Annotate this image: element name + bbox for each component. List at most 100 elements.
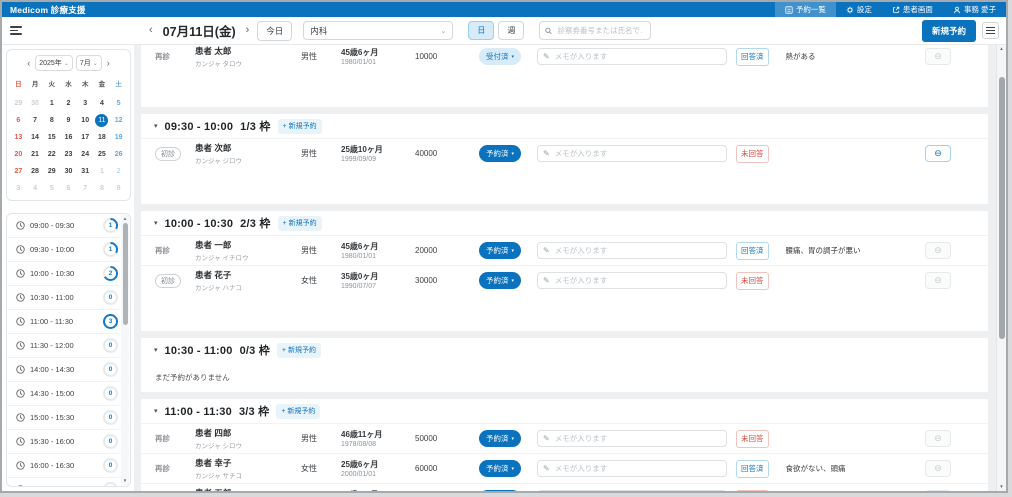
calendar-day[interactable]: 4 bbox=[27, 180, 44, 197]
new-reservation-button[interactable]: 新規予約 bbox=[922, 20, 976, 42]
top-nav-item-3[interactable]: 事務 愛子 bbox=[943, 2, 1006, 17]
year-select[interactable]: 2025年 ⌄ bbox=[35, 55, 73, 71]
calendar-day[interactable]: 1 bbox=[94, 163, 111, 180]
next-day-button[interactable]: › bbox=[243, 25, 253, 36]
status-dropdown[interactable]: 予約済 ▾ bbox=[479, 242, 521, 259]
calendar-day[interactable]: 24 bbox=[77, 146, 94, 163]
hamburger-menu-icon[interactable] bbox=[982, 22, 999, 39]
calendar-day[interactable]: 23 bbox=[60, 146, 77, 163]
calendar-day[interactable]: 29 bbox=[10, 95, 27, 112]
calendar-day[interactable]: 4 bbox=[94, 95, 111, 112]
collapse-section-icon[interactable]: ▾ bbox=[154, 346, 158, 354]
slot-list-item[interactable]: 11:00 - 11:30 3 bbox=[7, 310, 130, 334]
week-view-button[interactable]: 週 bbox=[498, 21, 524, 40]
add-reservation-button[interactable]: + 新規予約 bbox=[277, 343, 321, 358]
calendar-day[interactable]: 11 bbox=[94, 112, 111, 129]
calendar-day[interactable]: 10 bbox=[77, 112, 94, 129]
slot-list-item[interactable]: 10:00 - 10:30 2 bbox=[7, 262, 130, 286]
calendar-day[interactable]: 29 bbox=[43, 163, 60, 180]
month-select[interactable]: 7月 ⌄ bbox=[76, 55, 102, 71]
calendar-day[interactable]: 1 bbox=[43, 95, 60, 112]
add-reservation-button[interactable]: + 新規予約 bbox=[276, 404, 320, 419]
calendar-day[interactable]: 5 bbox=[110, 95, 127, 112]
memo-input[interactable] bbox=[553, 463, 721, 474]
calendar-day[interactable]: 30 bbox=[27, 95, 44, 112]
next-month-button[interactable]: › bbox=[105, 59, 112, 68]
memo-input[interactable] bbox=[553, 433, 721, 444]
prev-day-button[interactable]: ‹ bbox=[146, 25, 156, 36]
add-reservation-button[interactable]: + 新規予約 bbox=[278, 119, 322, 134]
scroll-down-icon[interactable]: ▼ bbox=[121, 479, 129, 484]
calendar-day[interactable]: 13 bbox=[10, 129, 27, 146]
calendar-day[interactable]: 20 bbox=[10, 146, 27, 163]
slot-list-item[interactable]: 15:30 - 16:00 0 bbox=[7, 430, 130, 454]
calendar-day[interactable]: 30 bbox=[60, 163, 77, 180]
calendar-day[interactable]: 6 bbox=[60, 180, 77, 197]
status-dropdown[interactable]: 予約済 ▾ bbox=[479, 490, 521, 491]
calendar-day[interactable]: 2 bbox=[60, 95, 77, 112]
memo-input[interactable] bbox=[553, 245, 721, 256]
scrollbar-thumb[interactable] bbox=[123, 223, 128, 325]
collapse-section-icon[interactable]: ▾ bbox=[154, 407, 158, 415]
calendar-day[interactable]: 9 bbox=[60, 112, 77, 129]
calendar-day[interactable]: 27 bbox=[10, 163, 27, 180]
prev-month-button[interactable]: ‹ bbox=[25, 59, 32, 68]
slot-list-item[interactable]: 14:00 - 14:30 0 bbox=[7, 358, 130, 382]
top-nav-item-2[interactable]: 患者画面 bbox=[882, 2, 943, 17]
calendar-day[interactable]: 2 bbox=[110, 163, 127, 180]
add-reservation-button[interactable]: + 新規予約 bbox=[278, 216, 322, 231]
slot-list-item[interactable]: 09:00 - 09:30 1 bbox=[7, 214, 130, 238]
calendar-day[interactable]: 19 bbox=[110, 129, 127, 146]
calendar-day[interactable]: 5 bbox=[43, 180, 60, 197]
slot-list-item[interactable]: 15:00 - 15:30 0 bbox=[7, 406, 130, 430]
calendar-day[interactable]: 15 bbox=[43, 129, 60, 146]
calendar-day[interactable]: 8 bbox=[94, 180, 111, 197]
calendar-day[interactable]: 25 bbox=[94, 146, 111, 163]
calendar-day[interactable]: 3 bbox=[10, 180, 27, 197]
status-dropdown[interactable]: 受付済 ▾ bbox=[479, 48, 521, 65]
status-dropdown[interactable]: 予約済 ▾ bbox=[479, 272, 521, 289]
slot-list-item[interactable]: 09:30 - 10:00 1 bbox=[7, 238, 130, 262]
memo-input[interactable] bbox=[553, 51, 721, 62]
department-select[interactable]: 内科 ⌄ bbox=[303, 21, 453, 40]
calendar-day[interactable]: 17 bbox=[77, 129, 94, 146]
collapse-section-icon[interactable]: ▾ bbox=[154, 219, 158, 227]
scroll-up-icon[interactable]: ▲ bbox=[121, 217, 129, 222]
calendar-day[interactable]: 3 bbox=[77, 95, 94, 112]
collapse-section-icon[interactable]: ▾ bbox=[154, 122, 158, 130]
memo-input[interactable] bbox=[553, 275, 721, 286]
slot-list-scrollbar[interactable]: ▲ ▼ bbox=[121, 215, 129, 485]
scrollbar-thumb[interactable] bbox=[999, 77, 1005, 339]
slot-list-item[interactable]: 10:30 - 11:00 0 bbox=[7, 286, 130, 310]
calendar-day[interactable]: 21 bbox=[27, 146, 44, 163]
slot-list-item[interactable]: 11:30 - 12:00 0 bbox=[7, 334, 130, 358]
collapse-sidebar-icon[interactable] bbox=[10, 24, 26, 38]
action-button[interactable]: ⊖ bbox=[925, 145, 951, 162]
calendar-day[interactable]: 18 bbox=[94, 129, 111, 146]
calendar-day[interactable]: 14 bbox=[27, 129, 44, 146]
top-nav-item-0[interactable]: 予約一覧 bbox=[775, 2, 836, 17]
scroll-down-icon[interactable]: ▼ bbox=[997, 485, 1006, 490]
slot-list-item[interactable]: 16:00 - 16:30 0 bbox=[7, 454, 130, 478]
calendar-day[interactable]: 31 bbox=[77, 163, 94, 180]
status-dropdown[interactable]: 予約済 ▾ bbox=[479, 430, 521, 447]
slot-list-item[interactable]: 14:30 - 15:00 0 bbox=[7, 382, 130, 406]
status-dropdown[interactable]: 予約済 ▾ bbox=[479, 460, 521, 477]
calendar-day[interactable]: 6 bbox=[10, 112, 27, 129]
day-view-button[interactable]: 日 bbox=[468, 21, 494, 40]
top-nav-item-1[interactable]: 設定 bbox=[836, 2, 882, 17]
slot-list-item[interactable]: 16:30 - 17:00 0 bbox=[7, 478, 130, 487]
memo-input[interactable] bbox=[553, 148, 721, 159]
calendar-day[interactable]: 7 bbox=[27, 112, 44, 129]
calendar-day[interactable]: 8 bbox=[43, 112, 60, 129]
calendar-day[interactable]: 16 bbox=[60, 129, 77, 146]
calendar-day[interactable]: 9 bbox=[110, 180, 127, 197]
status-dropdown[interactable]: 予約済 ▾ bbox=[479, 145, 521, 162]
scroll-up-icon[interactable]: ▲ bbox=[997, 47, 1006, 52]
today-button[interactable]: 今日 bbox=[257, 21, 292, 41]
calendar-day[interactable]: 26 bbox=[110, 146, 127, 163]
calendar-day[interactable]: 12 bbox=[110, 112, 127, 129]
calendar-day[interactable]: 28 bbox=[27, 163, 44, 180]
search-input[interactable] bbox=[555, 25, 645, 36]
main-scrollbar[interactable]: ▲ ▼ bbox=[996, 45, 1006, 491]
